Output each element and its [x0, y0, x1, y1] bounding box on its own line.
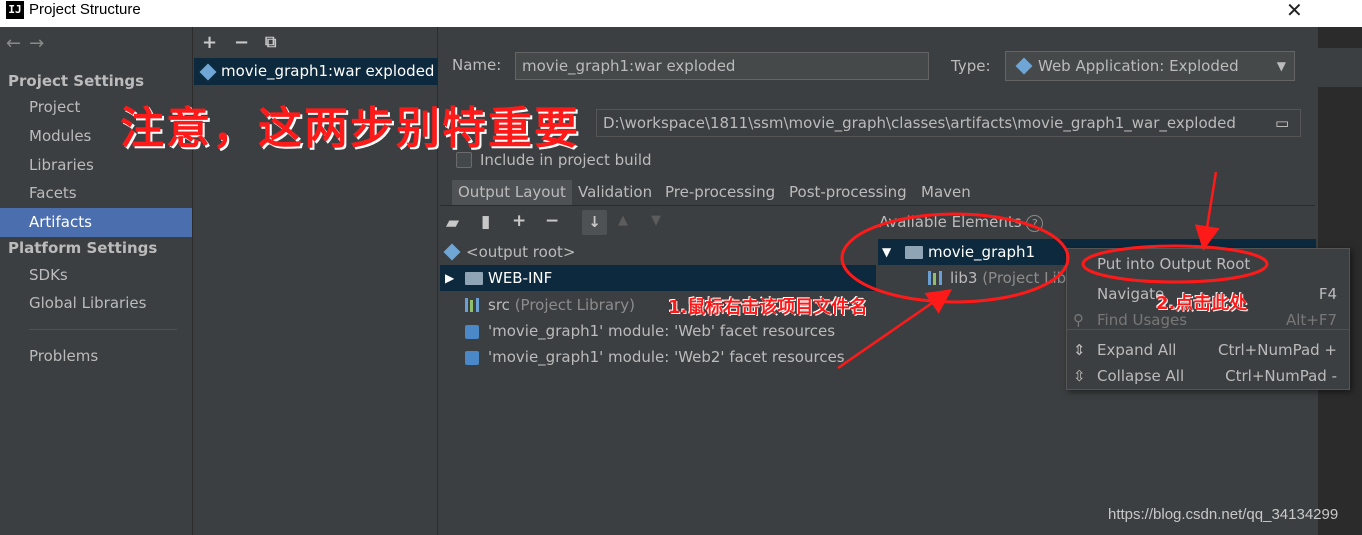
expand-all-icon: ⇕ — [1073, 341, 1086, 359]
library-icon — [465, 298, 479, 312]
menu-item-collapse-all[interactable]: ⇳ Collapse All Ctrl+NumPad - — [1067, 363, 1349, 389]
annotation-headline: 注意，这两步别特重要 — [120, 103, 580, 154]
output-directory-field[interactable]: D:\workspace\1811\ssm\movie_graph\classe… — [596, 109, 1301, 137]
menu-item-put-into-output-root[interactable]: Put into Output Root — [1067, 251, 1349, 277]
remove-element-icon[interactable]: − — [545, 211, 559, 231]
tree-row-label: 'movie_graph1' module: 'Web' facet resou… — [488, 322, 836, 340]
tab-divider — [440, 205, 1315, 206]
menu-item-expand-all[interactable]: ⇕ Expand All Ctrl+NumPad + — [1067, 337, 1349, 363]
sidebar-item-artifacts[interactable]: Artifacts — [0, 208, 192, 237]
folder-icon — [465, 272, 483, 285]
tab-validation[interactable]: Validation — [572, 180, 658, 206]
sidebar-divider — [29, 329, 177, 330]
tree-row-web2-facet[interactable]: 'movie_graph1' module: 'Web2' facet reso… — [440, 344, 845, 370]
tree-row-web-facet[interactable]: 'movie_graph1' module: 'Web' facet resou… — [440, 318, 835, 344]
sidebar-item-global-libraries[interactable]: Global Libraries — [0, 290, 192, 316]
back-arrow-icon[interactable]: ← — [6, 33, 29, 54]
tab-maven[interactable]: Maven — [915, 180, 977, 206]
remove-artifact-button[interactable]: − — [234, 32, 249, 53]
tree-row-label: src — [488, 296, 510, 314]
name-label: Name: — [452, 56, 502, 74]
add-copy-of-icon[interactable]: + — [512, 211, 526, 231]
tree-row-note: (Project Library) — [514, 296, 635, 314]
tab-output-layout[interactable]: Output Layout — [452, 180, 572, 206]
module-folder-icon — [905, 246, 923, 259]
expand-arrow-icon[interactable]: ▶ — [445, 265, 454, 291]
collapse-all-icon: ⇳ — [1073, 367, 1086, 385]
available-root-label: movie_graph1 — [928, 243, 1036, 261]
library-icon — [928, 271, 942, 285]
nav-arrows: ←→ — [6, 33, 52, 54]
tab-post-processing[interactable]: Post-processing — [783, 180, 913, 206]
available-tree-row-lib3[interactable]: lib3 (Project Libr — [878, 265, 1066, 291]
tab-pre-processing[interactable]: Pre-processing — [659, 180, 781, 206]
help-icon[interactable]: ? — [1026, 215, 1044, 232]
available-elements-label: Available Elements ? — [879, 213, 1044, 232]
move-up-icon[interactable]: ▲ — [618, 213, 628, 228]
project-settings-header: Project Settings — [8, 72, 145, 90]
copy-artifact-button[interactable]: ⧉ — [265, 32, 276, 52]
type-label: Type: — [951, 57, 991, 75]
war-artifact-icon — [199, 63, 217, 81]
annotation-arrow-2 — [1194, 171, 1220, 251]
annotation-step1: 1.鼠标右击该项目文件名 — [668, 297, 868, 318]
output-root-icon — [443, 243, 461, 261]
context-menu: Put into Output Root Navigate F4 ⚲ Find … — [1066, 248, 1350, 390]
tree-row-label: WEB-INF — [488, 269, 553, 287]
title-bar: IJ Project Structure ✕ — [0, 0, 1318, 27]
watermark: https://blog.csdn.net/qq_34134299 — [1108, 506, 1339, 523]
create-directory-icon[interactable]: ▰ — [446, 213, 459, 233]
tree-row-web-inf[interactable]: ▶ WEB-INF — [440, 265, 876, 291]
window-title: Project Structure — [29, 1, 141, 18]
create-archive-icon[interactable]: ▮ — [481, 212, 490, 232]
tree-row-output-root[interactable]: <output root> — [440, 239, 876, 265]
tree-row-label: <output root> — [466, 243, 576, 261]
menu-separator — [1067, 329, 1349, 330]
type-select-value: Web Application: Exploded — [1038, 57, 1239, 75]
available-child-label: lib3 — [950, 269, 978, 287]
sidebar-item-facets[interactable]: Facets — [0, 180, 192, 206]
web-facet-icon — [465, 351, 479, 365]
move-down-icon[interactable]: ▼ — [651, 213, 661, 228]
web-facet-icon — [465, 325, 479, 339]
sidebar-item-sdks[interactable]: SDKs — [0, 262, 192, 288]
add-artifact-button[interactable]: + — [202, 32, 217, 53]
type-select[interactable]: Web Application: Exploded ▼ — [1005, 51, 1295, 81]
available-elements-text: Available Elements — [879, 213, 1022, 231]
tree-row-label: 'movie_graph1' module: 'Web2' facet reso… — [488, 348, 845, 366]
available-child-note: (Project Libr — [982, 269, 1066, 287]
platform-settings-header: Platform Settings — [8, 239, 158, 257]
forward-arrow-icon[interactable]: → — [29, 33, 52, 54]
close-icon[interactable]: ✕ — [1286, 0, 1303, 22]
sort-elements-icon[interactable]: ↓ — [582, 210, 607, 235]
collapse-arrow-icon[interactable]: ▼ — [882, 239, 891, 265]
tree-row-src[interactable]: src (Project Library) — [440, 292, 635, 318]
artifact-item-label: movie_graph1:war exploded — [221, 62, 435, 80]
folder-browse-icon[interactable]: ▭ — [1275, 114, 1289, 132]
annotation-step2: 2.点击此处 — [1156, 293, 1248, 314]
name-field[interactable]: movie_graph1:war exploded — [515, 52, 929, 80]
artifact-list-item[interactable]: movie_graph1:war exploded — [194, 58, 438, 85]
intellij-app-icon: IJ — [6, 1, 24, 19]
web-app-icon — [1015, 57, 1033, 75]
chevron-down-icon: ▼ — [1276, 59, 1286, 73]
sidebar-item-problems[interactable]: Problems — [0, 343, 192, 369]
